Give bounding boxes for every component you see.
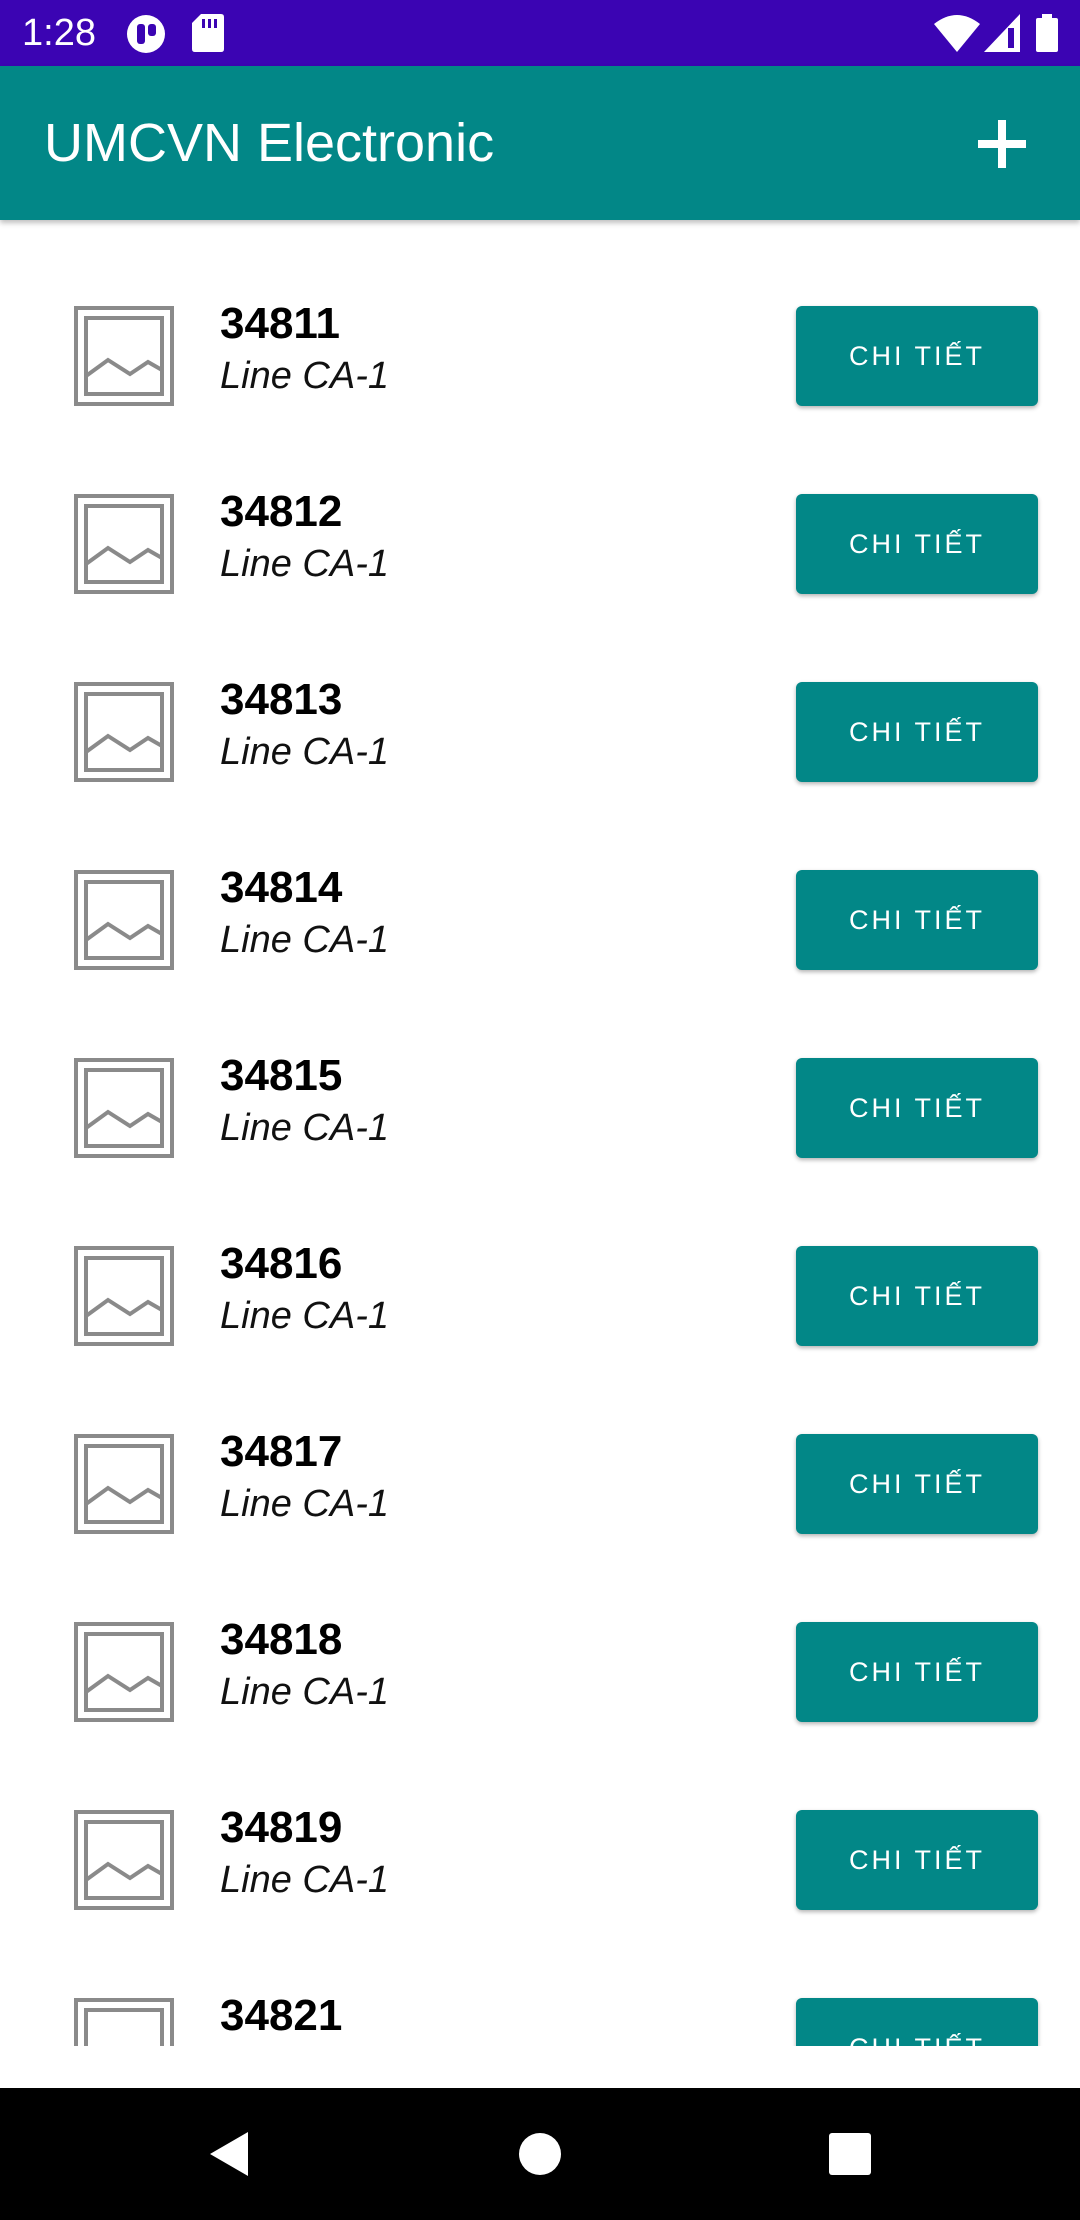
item-code: 34813 (220, 675, 343, 724)
add-button[interactable] (970, 112, 1034, 176)
item-code: 34812 (220, 487, 343, 536)
item-code: 34815 (220, 1051, 343, 1100)
detail-button[interactable]: CHI TIẾT (796, 1434, 1038, 1534)
item-line: Line CA-1 (220, 355, 389, 397)
item-code: 34819 (220, 1803, 343, 1852)
detail-button[interactable]: CHI TIẾT (796, 1246, 1038, 1346)
home-button[interactable] (510, 2124, 570, 2184)
detail-button[interactable]: CHI TIẾT (796, 682, 1038, 782)
detail-button[interactable]: CHI TIẾT (796, 1622, 1038, 1722)
item-code: 34816 (220, 1239, 343, 1288)
item-line: Line CA-1 (220, 543, 389, 585)
image-placeholder-icon (74, 1622, 174, 1722)
item-line: Line CA-1 (220, 1859, 389, 1901)
image-placeholder-icon (74, 1998, 174, 2046)
list-item: 34816 Line CA-1 CHI TIẾT (0, 1196, 1080, 1384)
list-item: 34813 Line CA-1 CHI TIẾT (0, 632, 1080, 820)
navigation-bar (0, 2088, 1080, 2220)
home-icon (519, 2133, 561, 2175)
status-time: 1:28 (22, 12, 96, 54)
image-placeholder-icon (74, 1246, 174, 1346)
list-item: 34811 Line CA-1 CHI TIẾT (0, 256, 1080, 444)
item-line: Line CA-1 (220, 919, 389, 961)
image-placeholder-icon (74, 306, 174, 406)
item-line: Line CA-1 (220, 1483, 389, 1525)
item-code: 34814 (220, 863, 343, 912)
list-item: 34812 Line CA-1 CHI TIẾT (0, 444, 1080, 632)
item-line: Line CA-1 (220, 1107, 389, 1149)
list-item: 34814 Line CA-1 CHI TIẾT (0, 820, 1080, 1008)
item-line: Line CA-1 (220, 731, 389, 773)
item-code: 34811 (220, 299, 340, 348)
app-bar: UMCVN Electronic (0, 66, 1080, 220)
item-code: 34821 (220, 1991, 343, 2040)
item-line: Line CA-1 (220, 1295, 389, 1337)
detail-button[interactable]: CHI TIẾT (796, 306, 1038, 406)
wifi-icon (934, 14, 980, 57)
battery-icon (1036, 14, 1058, 57)
list-item: 34819 Line CA-1 CHI TIẾT (0, 1760, 1080, 1948)
list-item: 34818 Line CA-1 CHI TIẾT (0, 1572, 1080, 1760)
item-code: 34818 (220, 1615, 343, 1664)
signal-icon (984, 14, 1020, 57)
image-placeholder-icon (74, 1434, 174, 1534)
detail-button[interactable]: CHI TIẾT (796, 1058, 1038, 1158)
app-title: UMCVN Electronic (44, 113, 495, 173)
recents-icon (829, 2133, 871, 2175)
detail-button[interactable]: CHI TIẾT (796, 1998, 1038, 2046)
detail-button[interactable]: CHI TIẾT (796, 494, 1038, 594)
image-placeholder-icon (74, 1810, 174, 1910)
item-list[interactable]: 34811 Line CA-1 CHI TIẾT 34812 Line CA-1… (0, 220, 1080, 2046)
image-placeholder-icon (74, 870, 174, 970)
detail-button[interactable]: CHI TIẾT (796, 1810, 1038, 1910)
back-icon (210, 2132, 248, 2176)
sd-card-icon (192, 14, 224, 57)
image-placeholder-icon (74, 682, 174, 782)
back-button[interactable] (200, 2124, 260, 2184)
image-placeholder-icon (74, 494, 174, 594)
item-code: 34817 (220, 1427, 343, 1476)
add-icon (978, 120, 1026, 168)
list-item: 34821 Line CA-1 CHI TIẾT (0, 1948, 1080, 2046)
list-item: 34815 Line CA-1 CHI TIẾT (0, 1008, 1080, 1196)
detail-button[interactable]: CHI TIẾT (796, 870, 1038, 970)
item-list-content: 34811 Line CA-1 CHI TIẾT 34812 Line CA-1… (0, 256, 1080, 2046)
item-line: Line CA-1 (220, 1671, 389, 1713)
item-line: Line CA-1 (220, 2045, 389, 2046)
recents-button[interactable] (820, 2124, 880, 2184)
status-bar: 1:28 (0, 0, 1080, 66)
pocket-casts-icon (126, 14, 166, 59)
image-placeholder-icon (74, 1058, 174, 1158)
screen: 1:28 UMCVN Electronic 34811 Line CA-1 CH… (0, 0, 1080, 2220)
list-item: 34817 Line CA-1 CHI TIẾT (0, 1384, 1080, 1572)
